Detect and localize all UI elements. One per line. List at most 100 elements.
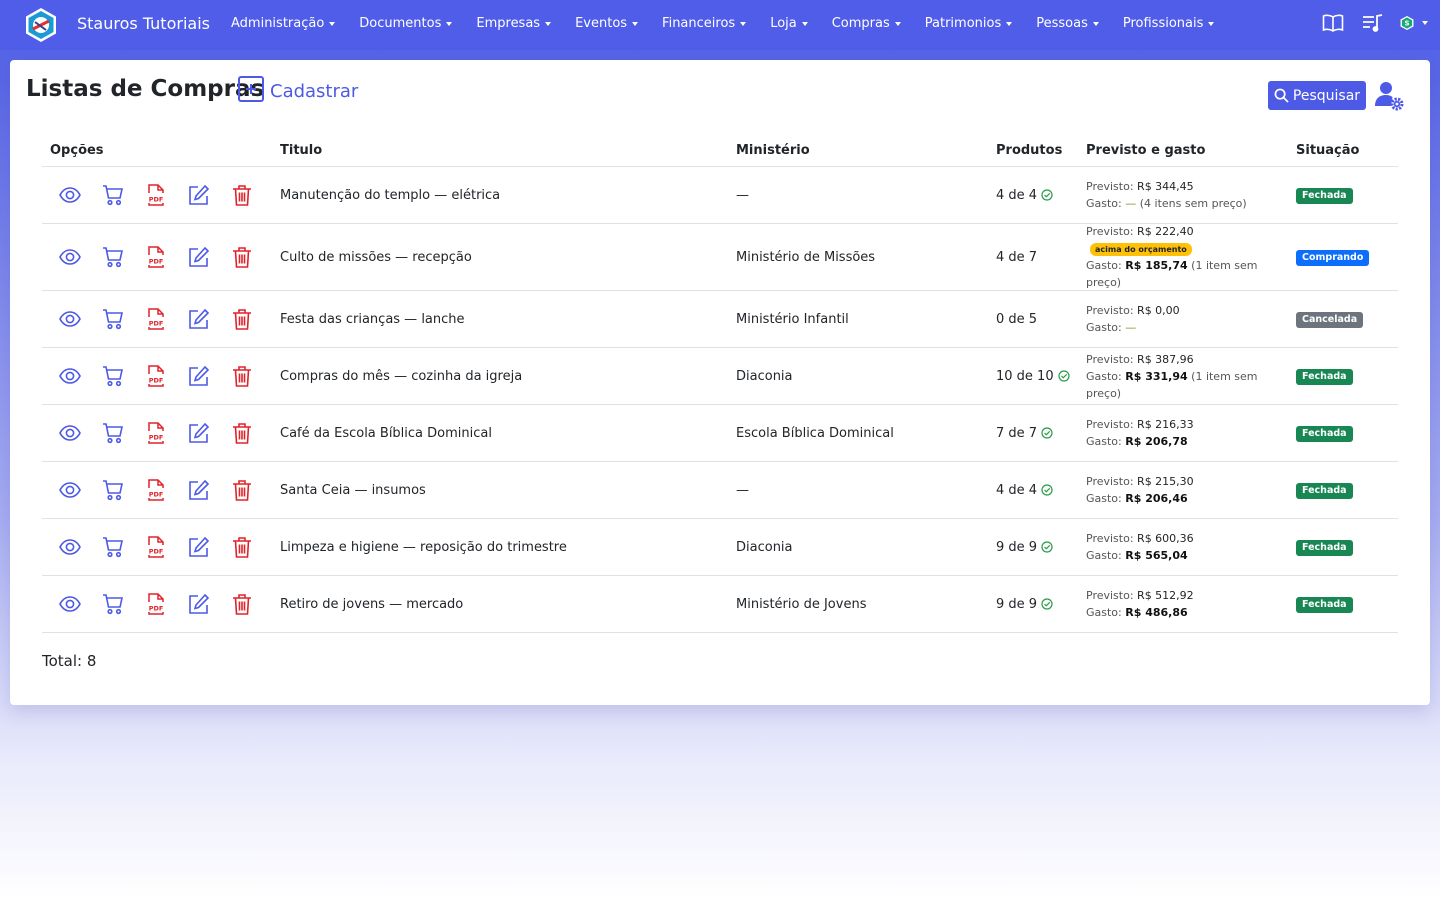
- status-badge: Fechada: [1296, 482, 1353, 499]
- search-button[interactable]: Pesquisar: [1268, 81, 1366, 110]
- nav-compras[interactable]: Compras: [832, 16, 901, 31]
- table-row: PDF Café da Escola Bíblica Dominical Escol…: [42, 405, 1398, 462]
- nav-profissionais[interactable]: Profissionais: [1123, 16, 1215, 31]
- edit-icon[interactable]: [187, 478, 211, 502]
- edit-icon[interactable]: [187, 421, 211, 445]
- nav-financeiros[interactable]: Financeiros: [662, 16, 747, 31]
- previsto-label: Previsto:: [1086, 304, 1134, 317]
- svg-text:PDF: PDF: [149, 258, 164, 266]
- add-list-button[interactable]: Cadastrar: [238, 76, 358, 102]
- edit-icon[interactable]: [187, 183, 211, 207]
- edit-icon[interactable]: [187, 535, 211, 559]
- nav-documentos[interactable]: Documentos: [359, 16, 453, 31]
- budget-cell: Previsto: R$ 222,40 acima do orçamento Gas…: [1086, 223, 1296, 291]
- view-icon[interactable]: [58, 592, 82, 616]
- cart-icon[interactable]: [101, 364, 125, 388]
- gasto-value: R$ 565,04: [1125, 549, 1188, 562]
- caret-down-icon: [632, 21, 639, 26]
- view-icon[interactable]: [58, 307, 82, 331]
- nav-eventos[interactable]: Eventos: [575, 16, 639, 31]
- table-row: PDF Festa das crianças — lanche Ministério…: [42, 291, 1398, 348]
- ministry-name: —: [736, 187, 749, 203]
- nav-administracao[interactable]: Administração: [231, 16, 336, 31]
- cart-icon[interactable]: [101, 421, 125, 445]
- cart-icon[interactable]: [101, 307, 125, 331]
- gasto-value: —: [1125, 197, 1137, 210]
- nav-pessoas[interactable]: Pessoas: [1036, 16, 1099, 31]
- pdf-icon[interactable]: PDF: [144, 592, 168, 616]
- status-cell: Comprando: [1296, 249, 1398, 266]
- book-icon[interactable]: [1320, 10, 1346, 36]
- gasto-label: Gasto:: [1086, 492, 1122, 505]
- header-status[interactable]: Situação: [1296, 143, 1398, 158]
- pdf-icon[interactable]: PDF: [144, 478, 168, 502]
- pdf-icon[interactable]: PDF: [144, 364, 168, 388]
- list-title: Manutenção do templo — elétrica: [280, 187, 501, 203]
- view-icon[interactable]: [58, 364, 82, 388]
- ministry-name: Diaconia: [736, 368, 793, 384]
- header-options: Opções: [50, 142, 104, 158]
- trash-icon[interactable]: [230, 535, 254, 559]
- view-icon[interactable]: [58, 245, 82, 269]
- header-budget[interactable]: Previsto e gasto: [1086, 142, 1296, 159]
- view-icon[interactable]: [58, 478, 82, 502]
- edit-icon[interactable]: [187, 364, 211, 388]
- header-ministry[interactable]: Ministério: [736, 143, 996, 158]
- products-count-cell: 4 de 4: [996, 483, 1086, 498]
- gasto-value: R$ 206,46: [1125, 492, 1188, 505]
- ministry-name: —: [736, 482, 749, 498]
- cart-icon[interactable]: [101, 478, 125, 502]
- nav-patrimonios[interactable]: Patrimonios: [925, 16, 1013, 31]
- trash-icon[interactable]: [230, 421, 254, 445]
- user-settings-icon[interactable]: [1374, 80, 1406, 112]
- view-icon[interactable]: [58, 183, 82, 207]
- svg-text:PDF: PDF: [149, 377, 164, 385]
- pdf-icon[interactable]: PDF: [144, 245, 168, 269]
- cart-icon[interactable]: [101, 245, 125, 269]
- table-row: PDF Santa Ceia — insumos — 4 de 4 Previsto: …: [42, 462, 1398, 519]
- top-navbar: Stauros Tutoriais Administração Document…: [0, 0, 1440, 50]
- previsto-value: R$ 215,30: [1137, 475, 1194, 488]
- edit-icon[interactable]: [187, 307, 211, 331]
- view-icon[interactable]: [58, 421, 82, 445]
- view-icon[interactable]: [58, 535, 82, 559]
- trash-icon[interactable]: [230, 307, 254, 331]
- pdf-icon[interactable]: PDF: [144, 535, 168, 559]
- trash-icon[interactable]: [230, 478, 254, 502]
- brand-logo-icon[interactable]: [24, 7, 58, 43]
- pdf-icon[interactable]: PDF: [144, 307, 168, 331]
- add-label: Cadastrar: [270, 80, 359, 102]
- trash-icon[interactable]: [230, 592, 254, 616]
- nav-empresas[interactable]: Empresas: [476, 16, 552, 31]
- pdf-icon[interactable]: PDF: [144, 421, 168, 445]
- pdf-icon[interactable]: PDF: [144, 183, 168, 207]
- cart-icon[interactable]: [101, 592, 125, 616]
- previsto-value: R$ 344,45: [1137, 180, 1194, 193]
- playlist-music-icon[interactable]: [1360, 10, 1386, 36]
- products-count: 9 de 9: [996, 539, 1038, 555]
- table-header: Opções Titulo Ministério Produtos Previs…: [42, 134, 1398, 167]
- nav-loja[interactable]: Loja: [770, 16, 808, 31]
- list-title: Café da Escola Bíblica Dominical: [280, 425, 492, 441]
- header-products[interactable]: Produtos: [996, 143, 1086, 158]
- ministry-name: Escola Bíblica Dominical: [736, 425, 894, 441]
- previsto-value: R$ 216,33: [1137, 418, 1194, 431]
- trash-icon[interactable]: [230, 183, 254, 207]
- svg-text:PDF: PDF: [149, 196, 164, 204]
- list-title: Festa das crianças — lanche: [280, 311, 465, 327]
- page-title: Listas de Compras: [26, 76, 265, 102]
- caret-down-icon: [545, 21, 552, 26]
- cart-icon[interactable]: [101, 183, 125, 207]
- brand-name[interactable]: Stauros Tutoriais: [77, 14, 210, 33]
- previsto-label: Previsto:: [1086, 418, 1134, 431]
- edit-icon[interactable]: [187, 245, 211, 269]
- cart-icon[interactable]: [101, 535, 125, 559]
- edit-icon[interactable]: [187, 592, 211, 616]
- content-card: Listas de Compras Cadastrar Pesquisar Op…: [10, 60, 1430, 705]
- user-avatar-icon[interactable]: S: [1400, 10, 1428, 36]
- row-actions: PDF: [42, 478, 280, 502]
- header-title[interactable]: Titulo: [280, 143, 736, 158]
- trash-icon[interactable]: [230, 245, 254, 269]
- nav-label: Pessoas: [1036, 16, 1088, 31]
- trash-icon[interactable]: [230, 364, 254, 388]
